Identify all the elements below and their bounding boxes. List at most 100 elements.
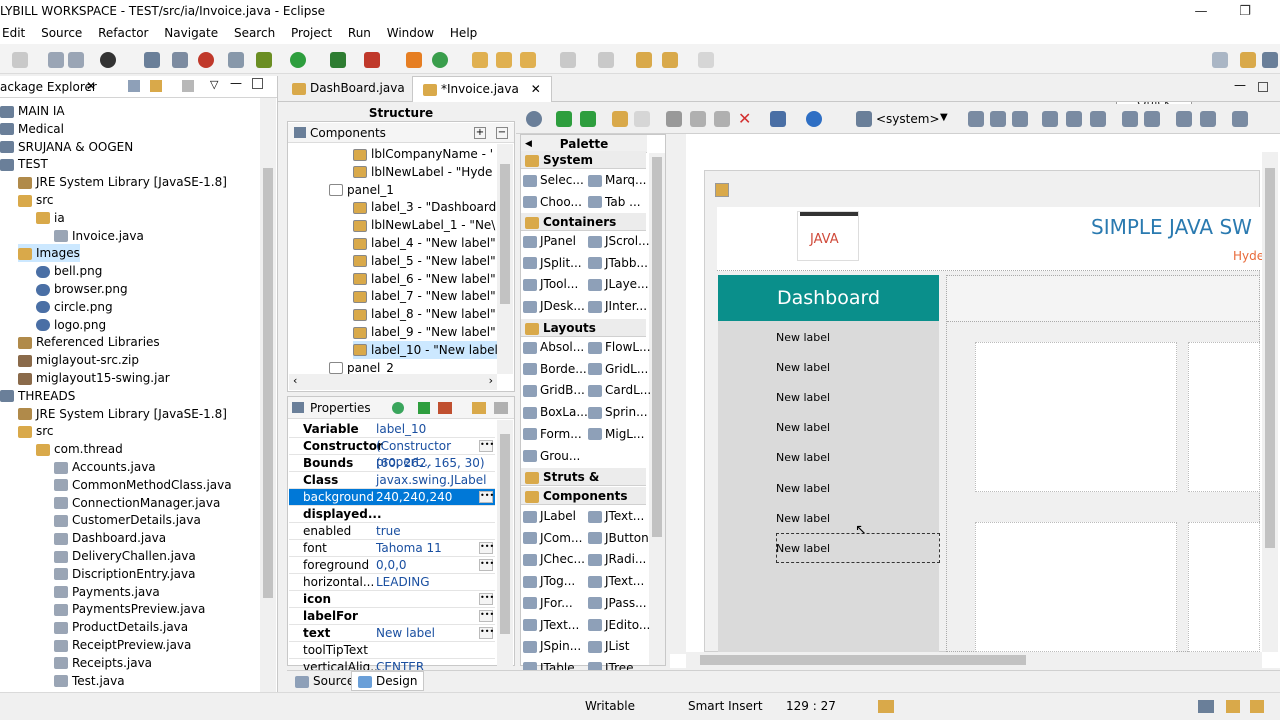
property-row[interactable]: Constructor (Constructor propert... •••: [289, 438, 495, 469]
content-card[interactable]: [1188, 522, 1260, 652]
next-annotation-icon[interactable]: [560, 52, 576, 68]
focus-icon[interactable]: [182, 80, 194, 92]
prev-annotation-icon[interactable]: [598, 52, 614, 68]
palette-item[interactable]: JText...: [523, 615, 579, 635]
component-tree-item[interactable]: lblNewLabel_1 - "Ne\: [353, 216, 495, 234]
header-panel[interactable]: JAVA SIMPLE JAVA SW Hyde: [717, 207, 1264, 271]
new-label[interactable]: New label: [776, 361, 830, 374]
new-icon[interactable]: [12, 52, 28, 68]
properties-icon[interactable]: [770, 111, 786, 127]
last-edit-icon[interactable]: [636, 52, 652, 68]
canvas-vscrollbar[interactable]: [1262, 152, 1278, 652]
palette-item[interactable]: Sprin...: [588, 402, 648, 422]
system-icon[interactable]: [856, 111, 872, 127]
look-and-feel-select[interactable]: <system>: [876, 112, 940, 126]
edit-value-button[interactable]: •••: [479, 627, 494, 639]
menu-navigate[interactable]: Navigate: [158, 24, 224, 42]
tree-item[interactable]: ia: [36, 209, 65, 227]
properties-scrollbar[interactable]: [497, 420, 513, 666]
palette-item[interactable]: JFor...: [523, 593, 573, 613]
tree-item[interactable]: browser.png: [36, 280, 128, 298]
tree-item[interactable]: DiscriptionEntry.java: [54, 565, 195, 583]
palette-item[interactable]: JLaye...: [588, 274, 649, 294]
undo-icon[interactable]: [612, 111, 628, 127]
new-label[interactable]: New label: [776, 331, 830, 344]
palette-item[interactable]: JPass...: [588, 593, 647, 613]
show-events-icon[interactable]: [392, 402, 404, 414]
search-icon[interactable]: [520, 52, 536, 68]
structure-hscrollbar[interactable]: ‹ ›: [289, 374, 497, 390]
property-row[interactable]: toolTipText: [289, 642, 495, 659]
palette-item[interactable]: Selec...: [523, 170, 584, 190]
tree-item[interactable]: Images: [18, 244, 80, 263]
tree-item[interactable]: ReceiptPreview.java: [54, 636, 191, 654]
palette-item[interactable]: JRadi...: [588, 549, 646, 569]
palette-item[interactable]: JText...: [588, 571, 644, 591]
terminal-icon[interactable]: [144, 52, 160, 68]
tree-item[interactable]: miglayout-src.zip: [18, 351, 139, 369]
link-editor-icon[interactable]: [150, 80, 162, 92]
property-row[interactable]: text New label •••: [289, 625, 495, 642]
palette-item[interactable]: Form...: [523, 424, 582, 444]
tree-item[interactable]: MAIN IA: [0, 102, 65, 120]
menu-run[interactable]: Run: [342, 24, 377, 42]
content-card[interactable]: [1188, 342, 1260, 492]
tree-item[interactable]: TEST: [0, 155, 48, 173]
minimize-button[interactable]: —: [1178, 2, 1224, 22]
palette-item[interactable]: Grou...: [523, 446, 580, 466]
new-label[interactable]: New label: [776, 451, 830, 464]
palette-item[interactable]: JCom...: [523, 528, 582, 548]
palette-category[interactable]: Struts & Springs: [521, 468, 646, 502]
palette-category[interactable]: Components: [521, 487, 646, 505]
space-horizontal-icon[interactable]: [1176, 111, 1192, 127]
component-tree-item[interactable]: label_3 - "Dashboard: [353, 198, 496, 216]
run-icon[interactable]: [290, 52, 306, 68]
same-width-icon[interactable]: [1122, 111, 1138, 127]
tree-item[interactable]: CustomerDetails.java: [54, 511, 201, 529]
property-row[interactable]: Bounds (60, 262, 165, 30): [289, 455, 495, 472]
palette-item[interactable]: JTool...: [523, 274, 578, 294]
tree-item[interactable]: Referenced Libraries: [18, 333, 160, 351]
edit-value-button[interactable]: •••: [479, 440, 494, 452]
edit-value-button[interactable]: •••: [479, 559, 494, 571]
tree-item[interactable]: bell.png: [36, 262, 102, 280]
close-icon[interactable]: ✕: [531, 82, 541, 96]
new-class-icon[interactable]: [432, 52, 448, 68]
component-tree-item[interactable]: label_4 - "New label": [353, 234, 496, 252]
component-tree-item[interactable]: label_9 - "New label": [353, 323, 496, 341]
edit-value-button[interactable]: •••: [479, 491, 494, 503]
palette-item[interactable]: JScrol...: [588, 231, 650, 251]
property-row[interactable]: Class javax.swing.JLabel: [289, 472, 495, 489]
palette-item[interactable]: JLabel: [523, 506, 576, 526]
component-tree-item[interactable]: panel_1: [329, 181, 394, 199]
menu-edit[interactable]: Edit: [0, 24, 31, 42]
coverage-icon[interactable]: [330, 52, 346, 68]
tree-item[interactable]: Payments.java: [54, 583, 160, 601]
palette-item[interactable]: JButton: [588, 528, 649, 548]
palette-item[interactable]: JSplit...: [523, 253, 582, 273]
palette-category[interactable]: Layouts: [521, 319, 646, 337]
canvas-hscrollbar[interactable]: [686, 652, 1262, 668]
palette-category[interactable]: Containers: [521, 213, 646, 231]
palette-scrollbar[interactable]: [649, 153, 665, 665]
property-row[interactable]: enabled true: [289, 523, 495, 540]
content-card[interactable]: [975, 342, 1177, 492]
package-explorer-scrollbar[interactable]: [260, 98, 276, 692]
same-height-icon[interactable]: [1144, 111, 1160, 127]
maximize-button[interactable]: ❐: [1222, 2, 1268, 22]
edit-value-button[interactable]: •••: [479, 610, 494, 622]
forward-icon[interactable]: [698, 52, 714, 68]
tree-item[interactable]: Accounts.java: [54, 458, 156, 476]
align-right-icon[interactable]: [1012, 111, 1028, 127]
paste-icon[interactable]: [714, 111, 730, 127]
look-and-feel-icon[interactable]: [806, 111, 822, 127]
menu-search[interactable]: Search: [228, 24, 281, 42]
maximize-view-icon[interactable]: [252, 78, 263, 89]
expand-all-icon[interactable]: +: [474, 127, 486, 139]
menu-help[interactable]: Help: [444, 24, 483, 42]
minimize-view-icon[interactable]: —: [230, 76, 242, 90]
palette-item[interactable]: JText...: [588, 506, 644, 526]
view-menu-icon[interactable]: ▽: [210, 78, 218, 91]
tree-item[interactable]: logo.png: [36, 316, 106, 334]
palette-item[interactable]: JSpin...: [523, 636, 581, 656]
